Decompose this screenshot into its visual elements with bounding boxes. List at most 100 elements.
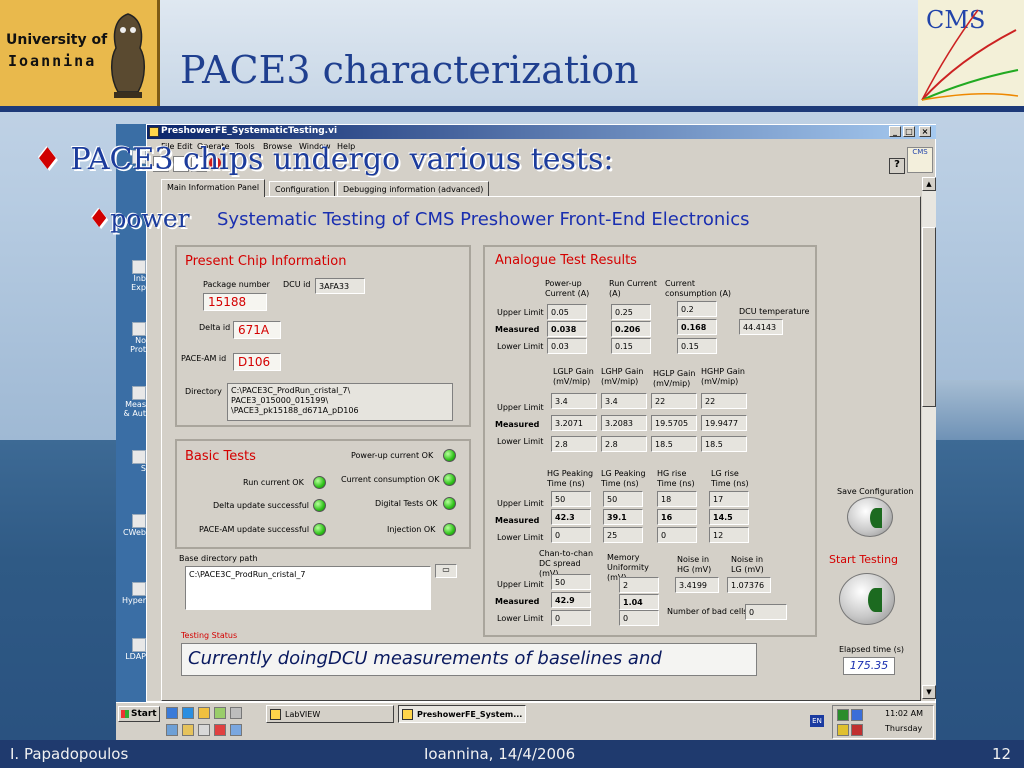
scroll-up-icon[interactable]: ▲ — [922, 177, 936, 191]
tool-quicklaunch-icon[interactable] — [214, 707, 226, 719]
close-button[interactable]: × — [919, 126, 931, 137]
lg-peaking-header: LG Peaking Time (ns) — [601, 469, 646, 488]
play-icon — [870, 508, 882, 528]
footer-page-number: 12 — [992, 745, 1012, 763]
taskbar-labview[interactable]: LabVIEW — [266, 705, 394, 723]
bullet-1: ♦ PACE3 chips undergo various tests: — [34, 142, 613, 177]
slide-background-haze — [930, 380, 1024, 440]
desktop-icon[interactable]: CWeb — [118, 514, 146, 537]
power-up-current-label: Power-up current OK — [351, 451, 434, 460]
lglp-upper: 3.4 — [551, 393, 597, 409]
scroll-down-icon[interactable]: ▼ — [922, 685, 936, 699]
save-configuration-button[interactable] — [847, 497, 893, 537]
hg-rise-header: HG rise Time (ns) — [657, 469, 695, 488]
desktop-shortcut-icon — [132, 582, 146, 596]
elapsed-time-label: Elapsed time (s) — [839, 645, 904, 654]
power-upper-limit-label: Upper Limit — [497, 308, 544, 317]
tab-configuration[interactable]: Configuration — [269, 181, 336, 197]
app-quicklaunch-icon[interactable] — [198, 724, 210, 736]
pace-am-id-value: D106 — [233, 353, 281, 371]
run-current-led-icon — [313, 476, 326, 489]
desktop-shortcut-icon — [132, 514, 146, 528]
desktop-icon[interactable]: S — [118, 450, 146, 473]
app-quicklaunch-icon[interactable] — [166, 724, 178, 736]
noise-hg-header: Noise in HG (mV) — [677, 555, 712, 574]
desktop-icon[interactable]: Meas & Aut — [118, 386, 146, 418]
hghp-gain-header: HGHP Gain (mV/mip) — [701, 367, 745, 386]
dcu-temperature-value: 44.4143 — [739, 319, 783, 335]
current-consumption-led-icon — [443, 473, 456, 486]
lg-peaking-lower: 25 — [603, 527, 643, 543]
tab-debugging[interactable]: Debugging information (advanced) — [337, 181, 490, 197]
vertical-scrollbar[interactable]: ▲ ▼ — [922, 177, 936, 699]
base-directory-input[interactable]: C:\PACE3C_ProdRun_cristal_7 — [185, 566, 431, 610]
vi-icon — [149, 127, 159, 137]
desktop-icon[interactable]: Inb Exp — [118, 260, 146, 292]
clock-time[interactable]: 11:02 AM — [885, 709, 923, 718]
run-current-lower: 0.15 — [611, 338, 651, 354]
delta-id-value: 671A — [233, 321, 281, 339]
current-consumption-header: Current consumption (A) — [665, 279, 732, 298]
present-chip-title: Present Chip Information — [185, 254, 347, 269]
pace-am-update-label: PACE-AM update successful — [199, 525, 310, 534]
browse-folder-icon[interactable]: ▭ — [435, 564, 457, 578]
delta-id-label: Delta id — [199, 323, 231, 332]
lg-rise-upper: 17 — [709, 491, 749, 507]
taskbar-preshower-vi[interactable]: PreshowerFE_System... — [398, 705, 526, 723]
language-indicator[interactable]: EN — [810, 715, 824, 727]
maximize-button[interactable]: □ — [903, 126, 915, 137]
tray-network-icon[interactable] — [837, 709, 849, 721]
timing-measured-label: Measured — [495, 516, 540, 525]
tray-app-icon[interactable] — [851, 709, 863, 721]
power-up-lower: 0.03 — [547, 338, 587, 354]
elapsed-time-value: 175.35 — [843, 657, 895, 675]
app-quicklaunch-icon[interactable] — [230, 707, 242, 719]
ie-quicklaunch-icon[interactable] — [166, 707, 178, 719]
consumption-upper: 0.2 — [677, 301, 717, 317]
hglp-lower: 18.5 — [651, 436, 697, 452]
university-logo: University of Ioannina — [0, 0, 160, 106]
injection-led-icon — [443, 523, 456, 536]
folder-quicklaunch-icon[interactable] — [198, 707, 210, 719]
bullet-1-text: PACE3 chips undergo various tests: — [70, 142, 614, 177]
bad-cells-label: Number of bad cells — [667, 607, 748, 616]
directory-label: Directory — [185, 387, 222, 396]
lghp-measured: 3.2083 — [601, 415, 647, 431]
run-current-upper: 0.25 — [611, 304, 651, 320]
app-quicklaunch-icon[interactable] — [182, 724, 194, 736]
scroll-thumb[interactable] — [922, 227, 936, 407]
noise-hg-value: 3.4199 — [675, 577, 719, 593]
digital-tests-led-icon — [443, 497, 456, 510]
app-quicklaunch-icon[interactable] — [230, 724, 242, 736]
lghp-lower: 2.8 — [601, 436, 647, 452]
footer-location-date: Ioannina, 14/4/2006 — [424, 745, 576, 763]
hglp-upper: 22 — [651, 393, 697, 409]
minimize-button[interactable]: _ — [889, 126, 901, 137]
hg-peaking-header: HG Peaking Time (ns) — [547, 469, 594, 488]
clock-day: Thursday — [885, 724, 923, 733]
desktop-icon[interactable]: Hyper — [118, 582, 146, 605]
window-titlebar[interactable]: PreshowerFE_SystematicTesting.vi _ □ × — [147, 125, 936, 139]
dcu-id-value: 3AFA33 — [315, 278, 365, 294]
help-button[interactable]: ? — [889, 158, 905, 174]
desktop-icon[interactable]: No Prot — [118, 322, 146, 354]
app-quicklaunch-icon[interactable] — [214, 724, 226, 736]
windows-flag-icon — [121, 710, 129, 718]
start-button[interactable]: Start — [118, 706, 160, 722]
memory-uniformity-lower: 0 — [619, 610, 659, 626]
slide-footer: I. Papadopoulos Ioannina, 14/4/2006 12 — [0, 740, 1024, 768]
desktop-icon-label: Meas & Aut — [123, 400, 146, 418]
lghp-upper: 3.4 — [601, 393, 647, 409]
tray-app-icon[interactable] — [837, 724, 849, 736]
start-testing-label: Start Testing — [829, 553, 899, 566]
noise-measured-label: Measured — [495, 597, 540, 606]
browser-quicklaunch-icon[interactable] — [182, 707, 194, 719]
tab-main-information[interactable]: Main Information Panel — [161, 179, 266, 197]
desktop-icon[interactable]: LDAP — [118, 638, 146, 661]
start-testing-button[interactable] — [839, 573, 895, 625]
gain-upper-limit-label: Upper Limit — [497, 403, 544, 412]
run-current-measured: 0.206 — [611, 321, 651, 337]
tray-app-icon[interactable] — [851, 724, 863, 736]
hg-rise-lower: 0 — [657, 527, 697, 543]
directory-value: C:\PACE3C_ProdRun_cristal_7\ PACE3_01500… — [227, 383, 453, 421]
